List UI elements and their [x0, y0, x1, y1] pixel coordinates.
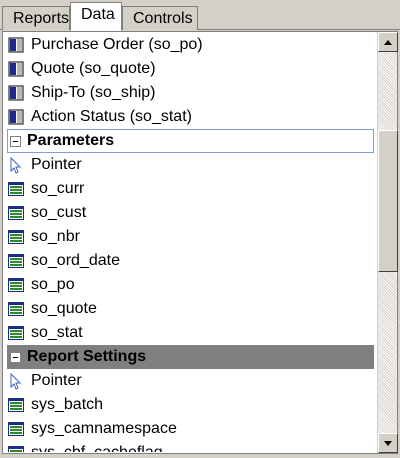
list-item[interactable]: Action Status (so_stat): [7, 105, 374, 129]
vertical-scrollbar[interactable]: [377, 32, 398, 453]
list-item[interactable]: Purchase Order (so_po): [7, 33, 374, 57]
table-label: Action Status (so_stat): [31, 108, 192, 125]
field-icon: [7, 396, 25, 414]
list-item[interactable]: so_nbr: [7, 225, 374, 249]
list-item[interactable]: so_stat: [7, 321, 374, 345]
table-label: Purchase Order (so_po): [31, 36, 203, 53]
list-item[interactable]: Quote (so_quote): [7, 57, 374, 81]
section-header-report-settings[interactable]: Report Settings: [7, 345, 374, 369]
list-item[interactable]: so_curr: [7, 177, 374, 201]
report-setting-label: Pointer: [31, 372, 82, 389]
parameter-label: Pointer: [31, 156, 82, 173]
parameter-label: so_po: [31, 276, 75, 293]
field-icon: [7, 276, 25, 294]
table-icon: [7, 108, 25, 126]
list-item[interactable]: so_quote: [7, 297, 374, 321]
parameter-label: so_ord_date: [31, 252, 120, 269]
section-title: Report Settings: [27, 348, 147, 365]
scroll-thumb[interactable]: [378, 130, 398, 272]
parameter-label: so_nbr: [31, 228, 80, 245]
parameter-label: so_quote: [31, 300, 97, 317]
field-icon: [7, 180, 25, 198]
list-item[interactable]: sys_cbf_cacheflag: [7, 441, 374, 452]
list-item[interactable]: Pointer: [7, 369, 374, 393]
pointer-icon: [7, 156, 25, 174]
field-icon: [7, 228, 25, 246]
table-icon: [7, 84, 25, 102]
tab-controls[interactable]: Controls: [122, 6, 198, 30]
field-icon: [7, 252, 25, 270]
tab-strip: Reports Data Controls: [0, 0, 400, 31]
parameter-label: so_cust: [31, 204, 87, 221]
table-icon: [7, 36, 25, 54]
report-setting-label: sys_camnamespace: [31, 420, 177, 437]
list-item[interactable]: so_ord_date: [7, 249, 374, 273]
field-icon: [7, 444, 25, 452]
table-label: Ship-To (so_ship): [31, 84, 156, 101]
scroll-up-icon: [384, 40, 392, 45]
list-item[interactable]: Ship-To (so_ship): [7, 81, 374, 105]
field-icon: [7, 324, 25, 342]
field-icon: [7, 420, 25, 438]
scroll-down-button[interactable]: [378, 433, 398, 453]
report-setting-label: sys_cbf_cacheflag: [31, 441, 163, 452]
pointer-icon: [7, 372, 25, 390]
collapse-icon[interactable]: [10, 135, 21, 147]
list-item[interactable]: so_cust: [7, 201, 374, 225]
list-item[interactable]: sys_camnamespace: [7, 417, 374, 441]
parameter-label: so_stat: [31, 324, 83, 341]
list-item[interactable]: so_po: [7, 273, 374, 297]
list-item[interactable]: sys_batch: [7, 393, 374, 417]
data-list-panel: Purchase Order (so_po) Quote (so_quote): [2, 31, 398, 454]
section-header-parameters[interactable]: Parameters: [7, 129, 374, 153]
list-item[interactable]: Pointer: [7, 153, 374, 177]
scroll-down-icon: [384, 441, 392, 446]
data-tree-list[interactable]: Purchase Order (so_po) Quote (so_quote): [7, 33, 374, 452]
section-title: Parameters: [27, 132, 115, 149]
table-label: Quote (so_quote): [31, 60, 156, 77]
data-panel-window: Reports Data Controls Purchase Order (so…: [0, 0, 400, 458]
tab-reports[interactable]: Reports: [2, 6, 70, 30]
field-icon: [7, 204, 25, 222]
tab-data[interactable]: Data: [70, 2, 122, 31]
table-icon: [7, 60, 25, 78]
parameter-label: so_curr: [31, 180, 85, 197]
field-icon: [7, 300, 25, 318]
report-setting-label: sys_batch: [31, 396, 104, 413]
scroll-up-button[interactable]: [378, 32, 398, 52]
collapse-icon[interactable]: [10, 351, 21, 363]
